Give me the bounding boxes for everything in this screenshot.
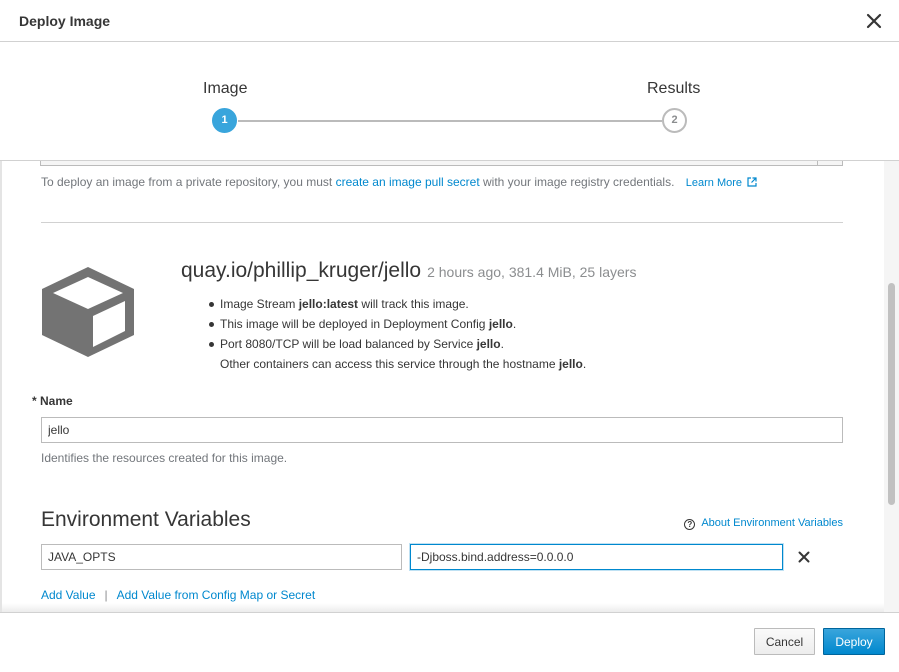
remove-icon[interactable] bbox=[797, 550, 811, 564]
about-env-label: About Environment Variables bbox=[701, 517, 843, 529]
link-separator: | bbox=[104, 588, 108, 602]
step-2-circle[interactable]: 2 bbox=[662, 108, 687, 133]
step-label-image[interactable]: Image bbox=[203, 80, 247, 98]
learn-more-link[interactable]: Learn More bbox=[686, 177, 757, 189]
name-input[interactable] bbox=[41, 417, 843, 443]
image-metadata: 2 hours ago, 381.4 MiB, 25 layers bbox=[427, 264, 637, 280]
image-search-input-edge bbox=[40, 161, 843, 166]
step-label-results[interactable]: Results bbox=[647, 80, 700, 98]
env-key-input[interactable] bbox=[41, 544, 402, 570]
section-divider bbox=[41, 222, 843, 223]
list-item: Other containers can access this service… bbox=[220, 357, 587, 371]
name-field-help: Identifies the resources created for thi… bbox=[41, 451, 288, 465]
cube-icon bbox=[42, 267, 134, 357]
add-from-config-link[interactable]: Add Value from Config Map or Secret bbox=[117, 588, 316, 602]
wizard-content: To deploy an image from a private reposi… bbox=[2, 161, 884, 612]
image-name: quay.io/phillip_kruger/jello 2 hours ago,… bbox=[181, 259, 636, 283]
about-env-link[interactable]: ? About Environment Variables bbox=[684, 517, 843, 530]
deploy-button[interactable]: Deploy bbox=[823, 628, 885, 655]
env-add-links: Add Value | Add Value from Config Map or S… bbox=[41, 588, 315, 602]
scrollbar-thumb[interactable] bbox=[888, 283, 895, 505]
list-item: Port 8080/TCP will be load balanced by S… bbox=[207, 334, 586, 354]
create-pull-secret-link[interactable]: create an image pull secret bbox=[336, 175, 480, 189]
modal-header: Deploy Image bbox=[0, 0, 899, 42]
help-circle-icon: ? bbox=[684, 519, 696, 530]
scroll-fade bbox=[2, 603, 884, 612]
help-text-prefix: To deploy an image from a private reposi… bbox=[41, 175, 336, 189]
env-section-title: Environment Variables bbox=[41, 508, 251, 531]
name-field-label: * Name bbox=[32, 394, 73, 408]
wizard-steps: Image Results 1 2 bbox=[0, 42, 899, 161]
image-name-text: quay.io/phillip_kruger/jello bbox=[181, 259, 422, 282]
content-scrollbar[interactable] bbox=[884, 161, 899, 612]
modal-footer: Cancel Deploy bbox=[0, 612, 899, 672]
external-link-icon bbox=[747, 177, 757, 187]
modal-title: Deploy Image bbox=[19, 13, 111, 29]
close-icon[interactable] bbox=[863, 10, 885, 32]
add-value-link[interactable]: Add Value bbox=[41, 588, 96, 602]
step-1-circle[interactable]: 1 bbox=[212, 108, 237, 133]
learn-more-label: Learn More bbox=[685, 177, 743, 189]
step-connector-line bbox=[238, 120, 662, 122]
image-info-list: Image Stream jello:latest will track thi… bbox=[207, 294, 586, 374]
cancel-button[interactable]: Cancel bbox=[754, 628, 815, 655]
env-value-input[interactable] bbox=[410, 544, 783, 570]
help-text-suffix: with your image registry credentials. bbox=[479, 175, 675, 189]
list-item: This image will be deployed in Deploymen… bbox=[207, 314, 586, 334]
private-repo-help: To deploy an image from a private reposi… bbox=[41, 175, 757, 189]
list-item: Image Stream jello:latest will track thi… bbox=[207, 294, 586, 314]
